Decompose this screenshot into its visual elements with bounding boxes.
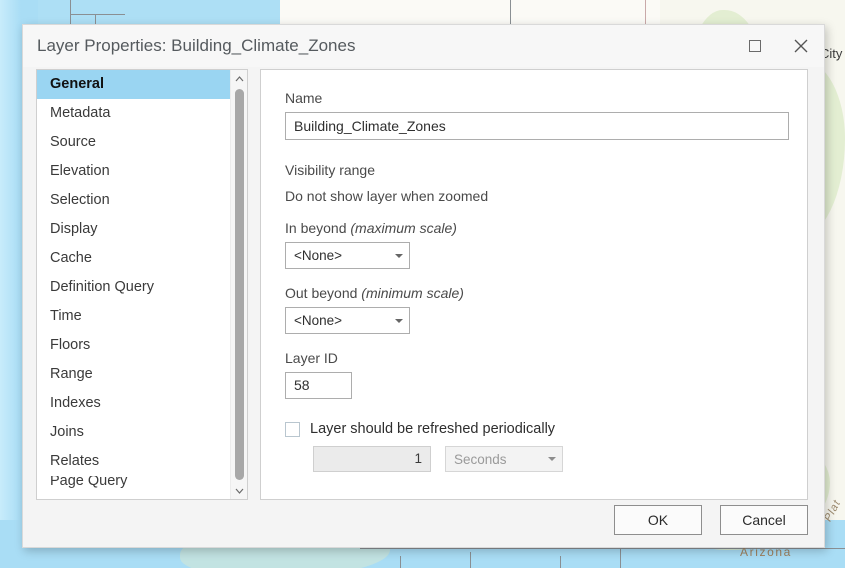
sidebar-item-display[interactable]: Display [37, 215, 230, 244]
ok-button[interactable]: OK [614, 505, 702, 535]
out-beyond-dropdown[interactable]: <None> [285, 307, 410, 334]
do-not-show-label: Do not show layer when zoomed [285, 188, 783, 204]
sidebar-item-relates[interactable]: Relates [37, 447, 230, 476]
close-icon [794, 39, 808, 53]
dialog-body: General Metadata Source Elevation Select… [23, 67, 824, 493]
map-boundary-line [620, 548, 621, 568]
scrollbar-thumb[interactable] [235, 89, 244, 480]
cancel-button[interactable]: Cancel [720, 505, 808, 535]
map-boundary-line [400, 556, 401, 568]
map-boundary-line [470, 552, 471, 568]
sidebar-item-indexes[interactable]: Indexes [37, 389, 230, 418]
sidebar-item-definition-query[interactable]: Definition Query [37, 273, 230, 302]
in-beyond-value: <None> [294, 248, 389, 263]
page-title: Layer Properties: Building_Climate_Zones [37, 36, 355, 56]
refresh-periodically-label: Layer should be refreshed periodically [310, 421, 555, 437]
map-boundary-line [560, 556, 561, 568]
sidebar-item-range[interactable]: Range [37, 360, 230, 389]
sidebar-item-elevation[interactable]: Elevation [37, 157, 230, 186]
name-input[interactable]: Building_Climate_Zones [285, 112, 789, 140]
scroll-up-icon[interactable] [231, 70, 248, 87]
layer-id-label: Layer ID [285, 350, 783, 366]
name-label: Name [285, 90, 783, 106]
visibility-range-label: Visibility range [285, 162, 783, 178]
window-controls [732, 25, 824, 67]
sidebar-list: General Metadata Source Elevation Select… [37, 70, 230, 499]
in-beyond-hint: (maximum scale) [350, 220, 457, 236]
maximize-button[interactable] [732, 25, 778, 67]
sidebar-item-metadata[interactable]: Metadata [37, 99, 230, 128]
spacer [285, 269, 783, 285]
in-beyond-label-text: In beyond [285, 220, 347, 236]
general-settings-panel: Name Building_Climate_Zones Visibility r… [260, 69, 808, 500]
scroll-down-icon[interactable] [231, 482, 248, 499]
refresh-periodically-row[interactable]: Layer should be refreshed periodically [285, 421, 783, 437]
out-beyond-label: Out beyond (minimum scale) [285, 285, 783, 301]
sidebar-item-selection[interactable]: Selection [37, 186, 230, 215]
refresh-periodically-checkbox[interactable] [285, 422, 300, 437]
in-beyond-label: In beyond (maximum scale) [285, 220, 783, 236]
maximize-icon [749, 40, 761, 52]
out-beyond-value: <None> [294, 313, 389, 328]
chevron-down-icon [395, 319, 403, 323]
sidebar-item-time[interactable]: Time [37, 302, 230, 331]
out-beyond-label-text: Out beyond [285, 285, 357, 301]
refresh-unit-dropdown[interactable]: Seconds [445, 446, 563, 472]
chevron-down-icon [548, 457, 556, 461]
refresh-unit-value: Seconds [454, 452, 542, 467]
sidebar-item-cache[interactable]: Cache [37, 244, 230, 273]
spacer [285, 334, 783, 350]
close-button[interactable] [778, 25, 824, 67]
dialog-footer: OK Cancel [23, 493, 824, 547]
sidebar-item-general[interactable]: General [37, 70, 230, 99]
layer-properties-dialog: Layer Properties: Building_Climate_Zones… [22, 24, 825, 548]
out-beyond-hint: (minimum scale) [361, 285, 464, 301]
scrollbar-track[interactable] [231, 87, 248, 482]
layer-id-input[interactable]: 58 [285, 372, 352, 399]
dialog-title-bar[interactable]: Layer Properties: Building_Climate_Zones [23, 25, 824, 67]
map-boundary-line [70, 14, 125, 15]
sidebar-item-floors[interactable]: Floors [37, 331, 230, 360]
refresh-interval-row: 1 Seconds [313, 446, 783, 472]
chevron-down-icon [395, 254, 403, 258]
sidebar-scrollbar[interactable] [230, 70, 247, 499]
sidebar-item-joins[interactable]: Joins [37, 418, 230, 447]
refresh-interval-input[interactable]: 1 [313, 446, 431, 472]
sidebar: General Metadata Source Elevation Select… [36, 69, 248, 500]
sidebar-item-page-query[interactable]: Page Query [37, 476, 230, 490]
in-beyond-dropdown[interactable]: <None> [285, 242, 410, 269]
sidebar-item-source[interactable]: Source [37, 128, 230, 157]
